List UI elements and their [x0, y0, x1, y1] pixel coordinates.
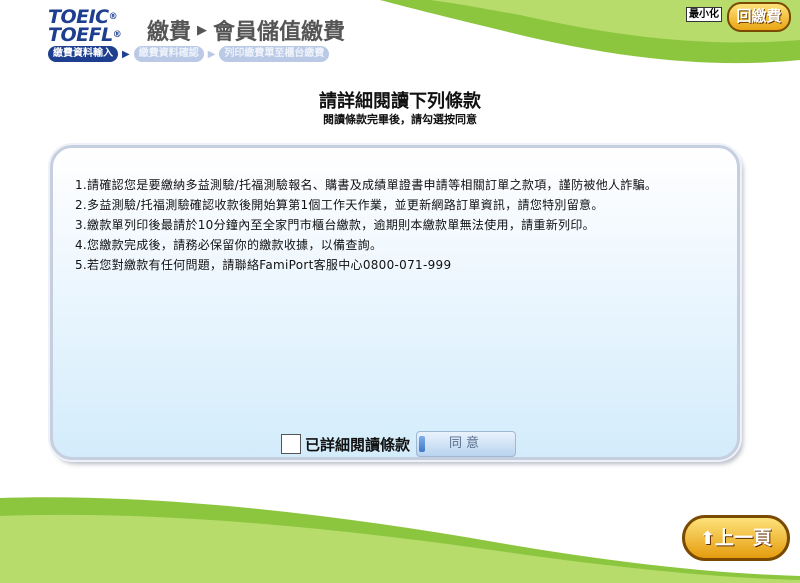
- up-arrow-icon: ⬆: [699, 528, 716, 549]
- terms-panel: 1.請確認您是要繳納多益測驗/托福測驗報名、購書及成績單證書申請等相關訂單之款項…: [50, 145, 740, 460]
- header-title-part2: 會員儲值繳費: [213, 20, 346, 45]
- bottom-wave-decoration: [0, 497, 800, 583]
- page-subtitle: 閱讀條款完畢後，請勾選按同意: [323, 113, 477, 126]
- page-header-title: 繳費 ▶ 會員儲值繳費: [147, 14, 345, 46]
- terms-list: 1.請確認您是要繳納多益測驗/托福測驗報名、購書及成績單證書申請等相關訂單之款項…: [75, 175, 657, 275]
- minimize-button[interactable]: 最小化: [686, 7, 722, 22]
- agreement-row: 已詳細閱讀條款 同意: [281, 431, 517, 457]
- agree-button[interactable]: 同意: [416, 431, 517, 457]
- step-1: 繳費資料輸入: [48, 46, 118, 62]
- terms-item: 5.若您對繳款有任何問題，請聯絡FamiPort客服中心0800-071-999: [75, 258, 452, 272]
- header-title-part1: 繳費: [147, 20, 192, 45]
- logo-toefl: TOEFL: [48, 24, 113, 46]
- agree-checkbox-label[interactable]: 已詳細閱讀條款: [305, 434, 410, 455]
- terms-item: 2.多益測驗/托福測驗確認收款後開始算第1個工作天作業，並更新網路訂單資訊，請您…: [75, 198, 604, 212]
- step-3: 列印繳費單至櫃台繳費: [219, 46, 330, 62]
- terms-item: 3.繳款單列印後最請於10分鐘內至全家門市櫃台繳款，逾期則本繳款單無法使用，請重…: [75, 218, 595, 232]
- terms-item: 4.您繳款完成後，請務必保留你的繳款收據，以備查詢。: [75, 238, 383, 252]
- header-arrow-icon: ▶: [197, 22, 208, 38]
- page-title: 請詳細閱讀下列條款: [319, 91, 481, 112]
- step-2: 繳費資料確認: [133, 46, 204, 62]
- terms-item: 1.請確認您是要繳納多益測驗/托福測驗報名、購書及成績單證書申請等相關訂單之款項…: [75, 178, 658, 192]
- step-arrow-icon: ▶: [207, 48, 216, 60]
- toeic-toefl-logo: TOEIC® TOEFL®: [48, 6, 122, 46]
- step-arrow-icon: ▶: [122, 48, 130, 60]
- agree-checkbox[interactable]: [281, 434, 301, 454]
- back-to-payment-button[interactable]: 回繳費: [727, 2, 791, 32]
- step-indicator: 繳費資料輸入 ▶ 繳費資料確認 ▶ 列印繳費單至櫃台繳費: [48, 46, 330, 62]
- previous-page-label: 上一頁: [715, 527, 773, 549]
- previous-page-button[interactable]: ⬆上一頁: [682, 515, 790, 561]
